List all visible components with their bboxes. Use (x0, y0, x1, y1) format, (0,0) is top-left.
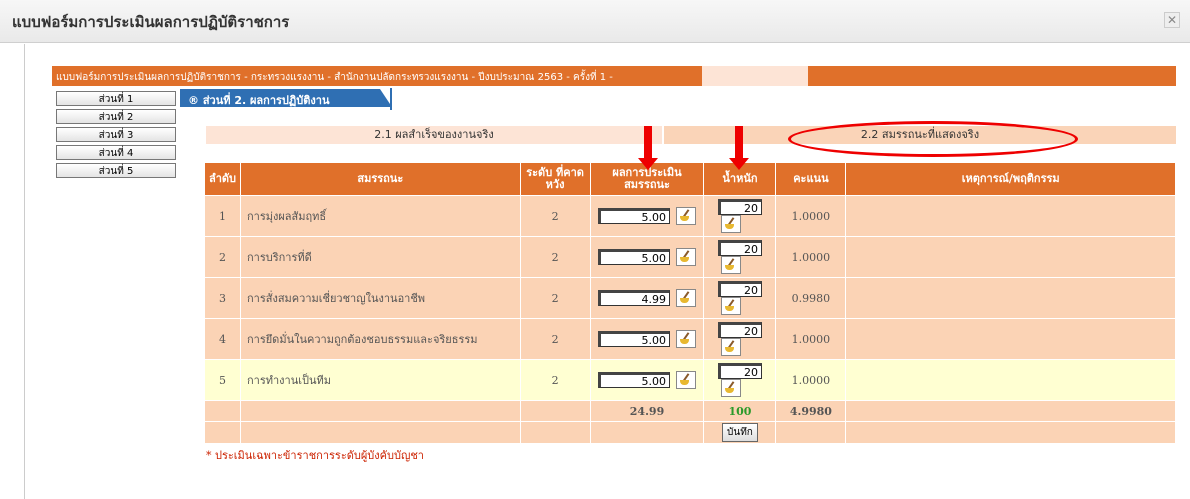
table-row: 5 การทำงานเป็นทีม 2 5.00 20 1.0000 (204, 359, 1176, 401)
broom-icon[interactable] (676, 289, 697, 307)
row-points: 1.0000 (775, 359, 847, 401)
broom-icon[interactable] (721, 256, 742, 274)
row-competency: การบริการที่ดี (239, 236, 521, 278)
total-weight: 100 (703, 400, 777, 422)
row-event (845, 277, 1176, 319)
col-expected: ระดับ ที่คาดหวัง (519, 162, 591, 196)
nav-section-4[interactable]: ส่วนที่ 4 (56, 145, 176, 160)
score-input[interactable]: 5.00 (598, 249, 671, 265)
row-event (845, 359, 1176, 401)
total-score: 24.99 (589, 400, 705, 422)
row-no: 5 (204, 359, 241, 401)
tab-work-results[interactable]: 2.1 ผลสำเร็จของงานจริง (206, 126, 662, 144)
broom-icon[interactable] (676, 207, 697, 225)
row-event (845, 236, 1176, 278)
section-tab: ® ส่วนที่ 2. ผลการปฏิบัติงาน (180, 89, 392, 107)
section-tab-divider (390, 88, 392, 110)
nav-section-3[interactable]: ส่วนที่ 3 (56, 127, 176, 142)
section-nav: ส่วนที่ 1 ส่วนที่ 2 ส่วนที่ 3 ส่วนที่ 4 … (56, 91, 176, 181)
weight-input[interactable]: 20 (717, 322, 762, 338)
close-icon[interactable]: ✕ (1164, 12, 1180, 28)
row-no: 1 (204, 195, 241, 237)
broom-icon[interactable] (676, 248, 697, 266)
row-competency: การทำงานเป็นทีม (239, 359, 521, 401)
table-row: 4 การยึดมั่นในความถูกต้องชอบธรรมและจริยธ… (204, 318, 1176, 360)
col-no: ลำดับ (204, 162, 241, 196)
nav-section-2[interactable]: ส่วนที่ 2 (56, 109, 176, 124)
weight-input[interactable]: 20 (717, 281, 762, 297)
section-tab-label: ® ส่วนที่ 2. ผลการปฏิบัติงาน (188, 94, 330, 107)
total-points: 4.9980 (775, 400, 847, 422)
row-expected: 2 (519, 236, 591, 278)
form-header-text: แบบฟอร์มการประเมินผลการปฏิบัติราชการ - ก… (56, 72, 613, 83)
modal-title: แบบฟอร์มการประเมินผลการปฏิบัติราชการ (12, 13, 290, 31)
score-input[interactable]: 5.00 (598, 372, 671, 388)
row-no: 2 (204, 236, 241, 278)
score-input[interactable]: 4.99 (598, 290, 671, 306)
nav-section-1[interactable]: ส่วนที่ 1 (56, 91, 176, 106)
broom-icon[interactable] (721, 297, 742, 315)
row-event (845, 195, 1176, 237)
competency-table: ลำดับ สมรรถนะ ระดับ ที่คาดหวัง ผลการประเ… (204, 162, 1176, 444)
score-input[interactable]: 5.00 (598, 208, 671, 224)
row-points: 0.9980 (775, 277, 847, 319)
broom-icon[interactable] (721, 379, 742, 397)
row-expected: 2 (519, 277, 591, 319)
row-competency: การสั่งสมความเชี่ยวชาญในงานอาชีพ (239, 277, 521, 319)
broom-icon[interactable] (721, 338, 742, 356)
row-points: 1.0000 (775, 236, 847, 278)
totals-row: 24.99 100 4.9980 (204, 400, 1176, 422)
footnote: * ประเมินเฉพาะข้าราชการระดับผู้บังคับบัญ… (206, 449, 424, 462)
row-expected: 2 (519, 318, 591, 360)
broom-icon[interactable] (676, 330, 697, 348)
row-competency: การมุ่งผลสัมฤทธิ์ (239, 195, 521, 237)
col-event: เหตุการณ์/พฤติกรรม (845, 162, 1176, 196)
broom-icon[interactable] (721, 215, 742, 233)
weight-input[interactable]: 20 (717, 199, 762, 215)
nav-section-5[interactable]: ส่วนที่ 5 (56, 163, 176, 178)
weight-input[interactable]: 20 (717, 363, 762, 379)
row-points: 1.0000 (775, 195, 847, 237)
row-no: 4 (204, 318, 241, 360)
row-no: 3 (204, 277, 241, 319)
weight-input[interactable]: 20 (717, 240, 762, 256)
save-row: บันทึก (204, 421, 1176, 444)
score-input[interactable]: 5.00 (598, 331, 671, 347)
table-row: 3 การสั่งสมความเชี่ยวชาญในงานอาชีพ 2 4.9… (204, 277, 1176, 319)
annotation-arrow (729, 126, 749, 170)
annotation-arrow (638, 126, 658, 170)
table-header-row: ลำดับ สมรรถนะ ระดับ ที่คาดหวัง ผลการประเ… (204, 162, 1176, 196)
broom-icon[interactable] (676, 371, 697, 389)
modal-title-bar: แบบฟอร์มการประเมินผลการปฏิบัติราชการ ✕ (0, 0, 1190, 43)
row-expected: 2 (519, 359, 591, 401)
row-expected: 2 (519, 195, 591, 237)
row-event (845, 318, 1176, 360)
form-header-blank-field (702, 66, 808, 86)
save-button[interactable]: บันทึก (722, 423, 758, 442)
annotation-circle (788, 121, 1078, 157)
form-header-bar: แบบฟอร์มการประเมินผลการปฏิบัติราชการ - ก… (52, 66, 1176, 86)
col-competency: สมรรถนะ (239, 162, 521, 196)
col-points: คะแนน (775, 162, 847, 196)
row-points: 1.0000 (775, 318, 847, 360)
table-row: 2 การบริการที่ดี 2 5.00 20 1.0000 (204, 236, 1176, 278)
table-row: 1 การมุ่งผลสัมฤทธิ์ 2 5.00 20 1.0000 (204, 195, 1176, 237)
row-competency: การยึดมั่นในความถูกต้องชอบธรรมและจริยธรร… (239, 318, 521, 360)
